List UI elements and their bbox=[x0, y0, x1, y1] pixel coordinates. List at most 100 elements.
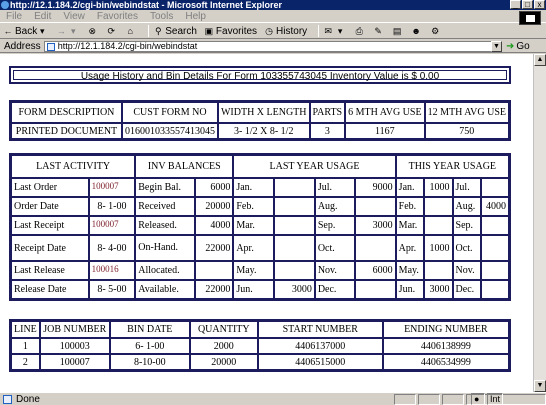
start-number: 4406515000 bbox=[257, 354, 383, 370]
quantity: 2000 bbox=[189, 338, 258, 354]
stop-button[interactable]: ⊗ bbox=[87, 26, 99, 36]
page-icon bbox=[46, 42, 55, 51]
last-year-cell: Mar. bbox=[233, 216, 275, 235]
print-button[interactable]: ⎙ bbox=[354, 26, 366, 36]
last-year-cell: 9000 bbox=[355, 178, 396, 197]
this-year-cell bbox=[480, 178, 509, 197]
job-line: 1 bbox=[11, 338, 40, 354]
search-label: Search bbox=[165, 25, 197, 37]
menu-view[interactable]: View bbox=[63, 11, 85, 22]
menu-help[interactable]: Help bbox=[185, 11, 206, 22]
home-button[interactable]: ⌂ bbox=[125, 26, 137, 36]
refresh-button[interactable]: ⟳ bbox=[106, 26, 118, 36]
activity-value: 8- 1-00 bbox=[88, 197, 136, 216]
avg-6mth: 1167 bbox=[345, 123, 425, 139]
table-row: 2 100007 8-10-00 20000 4406515000 4406534999 bbox=[11, 354, 509, 370]
col-this-year-usage: THIS YEAR USAGE bbox=[395, 155, 509, 178]
col-bin-date: BIN DATE bbox=[109, 321, 190, 338]
ending-number: 4406534999 bbox=[382, 354, 509, 370]
this-year-cell: Nov. bbox=[452, 261, 481, 280]
activity-label: Receipt Date bbox=[11, 235, 89, 261]
this-year-cell: 3000 bbox=[424, 280, 453, 299]
inv-label: Begin Bal. bbox=[135, 178, 196, 197]
this-year-cell: Jul. bbox=[452, 178, 481, 197]
last-year-cell bbox=[355, 197, 396, 216]
status-text: Done bbox=[16, 393, 40, 405]
forward-button[interactable]: → ▾ bbox=[56, 26, 80, 36]
this-year-cell bbox=[480, 235, 509, 261]
inv-label: Received bbox=[135, 197, 196, 216]
this-year-cell: Apr. bbox=[395, 235, 425, 261]
maximize-button[interactable]: □ bbox=[522, 0, 533, 9]
form-details-table: FORM DESCRIPTION CUST FORM NO WIDTH X LE… bbox=[9, 100, 511, 141]
menu-bar: File Edit View Favorites Tools Help bbox=[0, 10, 546, 25]
this-year-cell bbox=[424, 261, 453, 280]
edit-button[interactable]: ✎ bbox=[373, 26, 385, 36]
discuss-icon: ▤ bbox=[392, 26, 402, 36]
form-description: PRINTED DOCUMENT bbox=[11, 123, 122, 139]
back-arrow-icon: ← bbox=[3, 26, 13, 36]
width-length: 3- 1/2 X 8- 1/2 bbox=[217, 123, 310, 139]
history-label: History bbox=[276, 25, 308, 37]
address-dropdown-button[interactable]: ▼ bbox=[491, 41, 502, 52]
menu-file[interactable]: File bbox=[6, 11, 22, 22]
address-input[interactable]: http://12.1.184.2/cgi-bin/webindstat bbox=[43, 40, 499, 52]
inv-value: 20000 bbox=[195, 197, 234, 216]
window-controls: _ □ x bbox=[509, 0, 545, 10]
print-icon: ⎙ bbox=[355, 26, 363, 36]
inv-value: 22000 bbox=[195, 235, 234, 261]
col-cust-form-no: CUST FORM NO bbox=[121, 102, 218, 123]
inv-label: On-Hand. bbox=[135, 235, 196, 261]
title-bar: http://12.1.184.2/cgi-bin/webindstat - M… bbox=[0, 0, 546, 10]
col-ending-number: ENDING NUMBER bbox=[382, 321, 509, 338]
windows-logo-icon bbox=[519, 11, 541, 25]
globe-icon: ● bbox=[471, 393, 485, 405]
this-year-cell: 1000 bbox=[424, 178, 453, 197]
forward-arrow-icon: → bbox=[56, 26, 66, 36]
last-year-cell: Jan. bbox=[233, 178, 275, 197]
address-bar: Address http://12.1.184.2/cgi-bin/webind… bbox=[0, 40, 546, 53]
address-url: http://12.1.184.2/cgi-bin/webindstat bbox=[57, 40, 198, 51]
col-quantity: QUANTITY bbox=[189, 321, 258, 338]
menu-favorites[interactable]: Favorites bbox=[97, 11, 138, 22]
discuss-button[interactable]: ▤ bbox=[392, 26, 404, 36]
go-arrow-icon: ➜ bbox=[506, 41, 515, 52]
status-panel bbox=[442, 394, 464, 405]
page-icon bbox=[3, 394, 12, 404]
this-year-cell: Sep. bbox=[452, 216, 481, 235]
table-row: Release Date 8- 5-00 Available. 22000 Jun. 30… bbox=[11, 280, 509, 299]
research-button[interactable]: ⚙ bbox=[430, 26, 442, 36]
status-panel bbox=[394, 394, 416, 405]
menu-tools[interactable]: Tools bbox=[150, 11, 173, 22]
vertical-scrollbar[interactable]: ▲ ▼ bbox=[533, 54, 546, 392]
last-year-cell: Nov. bbox=[314, 261, 356, 280]
last-year-cell: Apr. bbox=[233, 235, 275, 261]
search-icon: ⚲ bbox=[154, 26, 162, 36]
favorites-button[interactable]: ▣ Favorites bbox=[204, 26, 257, 37]
minimize-button[interactable]: _ bbox=[510, 0, 521, 9]
messenger-button[interactable]: ☻ bbox=[411, 26, 423, 36]
col-width-length: WIDTH X LENGTH bbox=[217, 102, 310, 123]
table-row: 1 100003 6- 1-00 2000 4406137000 4406138999 bbox=[11, 338, 509, 354]
last-year-cell bbox=[274, 216, 315, 235]
go-button[interactable]: ➜ Go bbox=[506, 40, 530, 53]
scroll-down-icon[interactable]: ▼ bbox=[534, 380, 546, 392]
scroll-up-icon[interactable]: ▲ bbox=[534, 54, 546, 66]
back-button[interactable]: ← Back ▾ bbox=[3, 26, 49, 37]
favorites-label: Favorites bbox=[215, 25, 258, 37]
table-row: Order Date 8- 1-00 Received 20000 Feb. Aug. Fe… bbox=[11, 197, 509, 216]
mail-button[interactable]: ✉ ▾ bbox=[323, 26, 347, 36]
last-year-cell: 6000 bbox=[355, 261, 396, 280]
col-inv-balances: INV BALANCES bbox=[135, 155, 234, 178]
toolbar-separator bbox=[148, 25, 150, 37]
last-year-cell: 3000 bbox=[274, 280, 315, 299]
last-year-cell: Feb. bbox=[233, 197, 275, 216]
menu-edit[interactable]: Edit bbox=[34, 11, 51, 22]
search-button[interactable]: ⚲ Search bbox=[153, 26, 197, 37]
close-button[interactable]: x bbox=[534, 0, 545, 9]
history-button[interactable]: ◷ History bbox=[264, 26, 307, 37]
col-last-activity: LAST ACTIVITY bbox=[11, 155, 136, 178]
col-last-year-usage: LAST YEAR USAGE bbox=[233, 155, 396, 178]
this-year-cell: 4000 bbox=[480, 197, 509, 216]
col-job-number: JOB NUMBER bbox=[39, 321, 110, 338]
